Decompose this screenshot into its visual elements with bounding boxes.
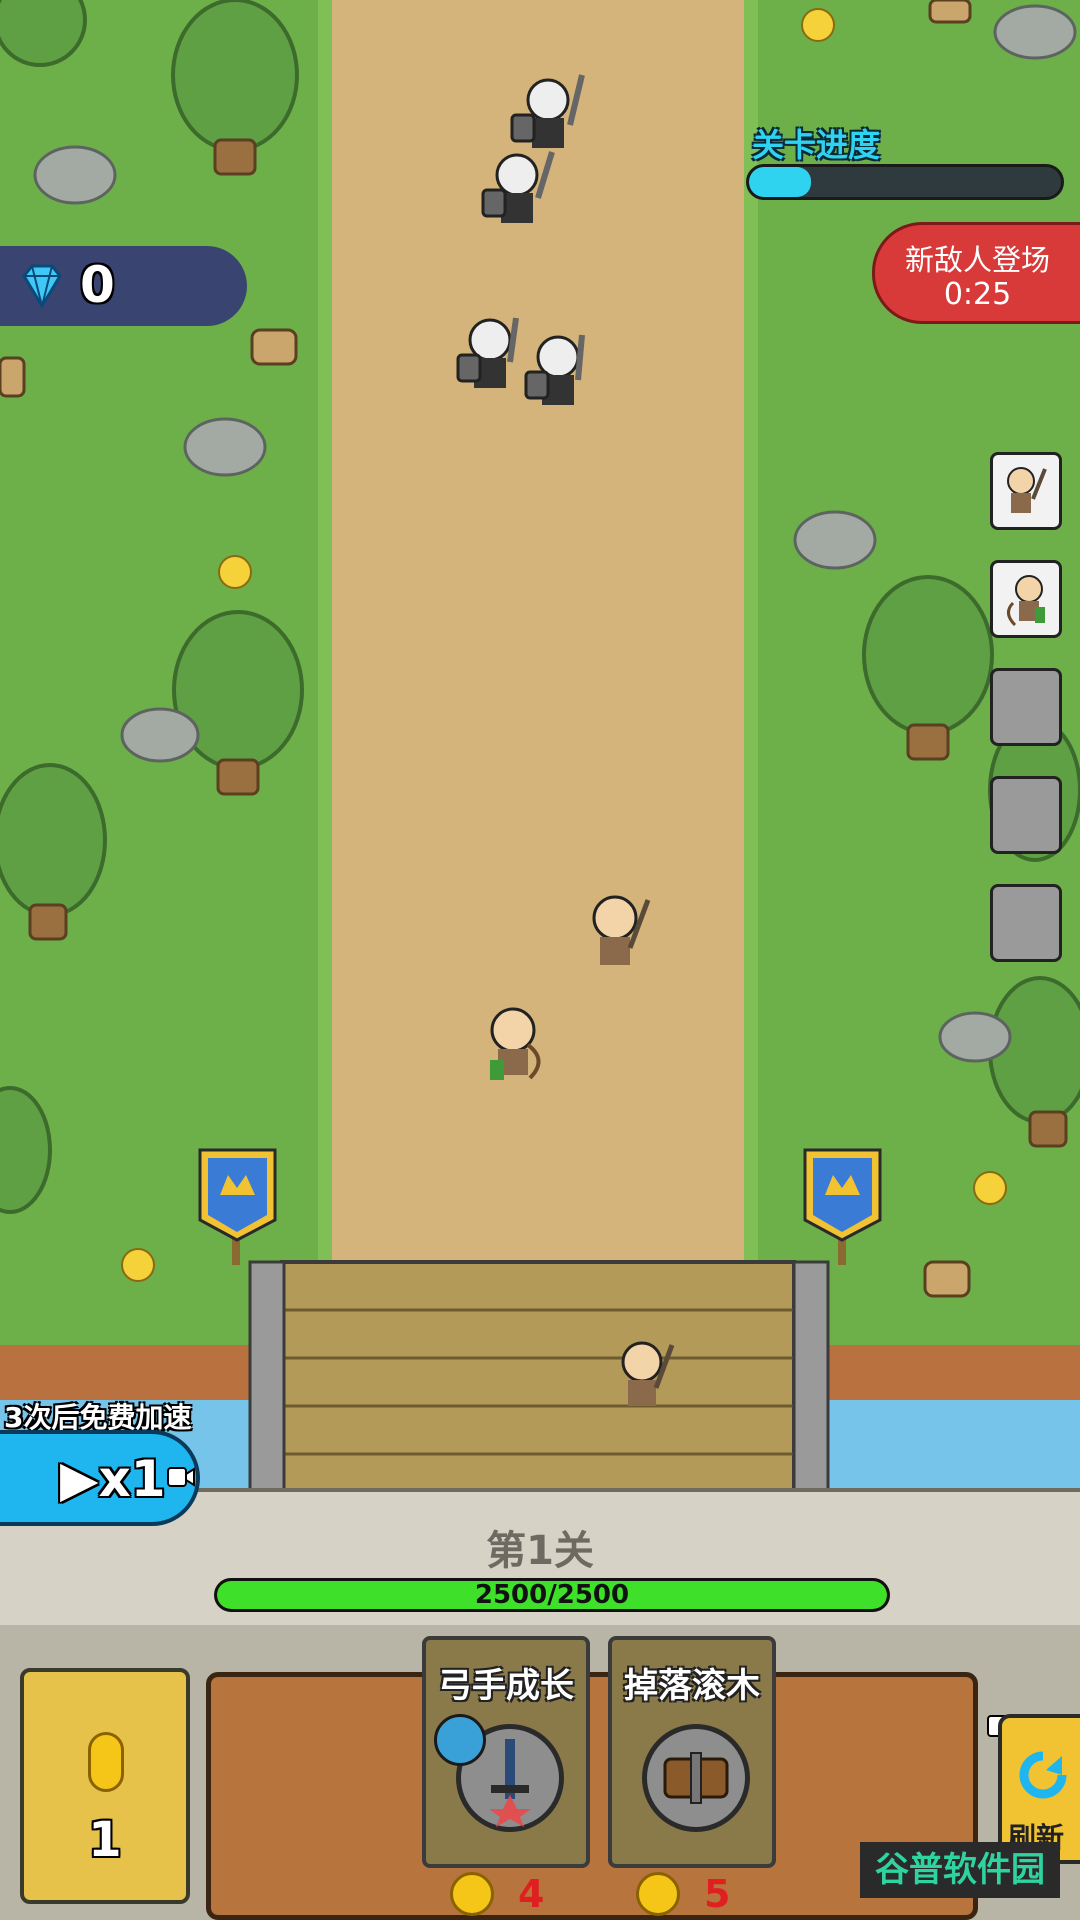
skill-card-rolling-log[interactable]: 掉落滚木 <box>608 1636 776 1868</box>
video-camera-icon <box>166 1462 195 1492</box>
drawbridge <box>248 1260 830 1504</box>
coin-counter: 1 <box>20 1668 190 1904</box>
coin-icon <box>88 1732 124 1792</box>
coin-icon <box>636 1872 680 1916</box>
card-title: 弓手成长 <box>438 1666 574 1706</box>
archer-badge-icon <box>434 1714 486 1766</box>
gem-count: 0 <box>80 256 115 314</box>
unit-slot-farmer[interactable] <box>990 452 1062 530</box>
refresh-icon <box>1016 1748 1070 1802</box>
new-enemy-alert: 新敌人登场 0:25 <box>872 222 1080 324</box>
coin-icon <box>450 1872 494 1916</box>
progress-label: 关卡进度 <box>752 126 881 164</box>
gem-counter: 0 <box>0 246 247 326</box>
card-cost: 5 <box>704 1872 731 1916</box>
unit-slot-archer[interactable] <box>990 560 1062 638</box>
castle-hp-text: 2500/2500 <box>474 1580 630 1610</box>
card-title: 掉落滚木 <box>624 1666 760 1706</box>
skill-card-archer-growth[interactable]: 弓手成长 <box>422 1636 590 1868</box>
level-title: 第1关 <box>486 1528 594 1574</box>
castle-hp-bar: 2500/2500 <box>214 1578 890 1612</box>
new-enemy-label: 新敌人登场 <box>904 243 1050 277</box>
log-icon <box>642 1724 750 1832</box>
level-progress-fill <box>749 167 812 197</box>
new-enemy-timer: 0:25 <box>943 277 1012 312</box>
level-progress-bar <box>746 164 1064 200</box>
unit-slot-empty[interactable] <box>990 884 1062 962</box>
diamond-icon <box>14 258 70 314</box>
unit-slot-empty[interactable] <box>990 776 1062 854</box>
coin-count: 1 <box>88 1812 122 1868</box>
watermark: 谷普软件园 <box>860 1842 1060 1898</box>
speed-button[interactable]: ▶x1 <box>0 1430 200 1526</box>
unit-slot-empty[interactable] <box>990 668 1062 746</box>
speed-label: ▶x1 <box>60 1450 166 1508</box>
card-cost: 4 <box>518 1872 545 1916</box>
